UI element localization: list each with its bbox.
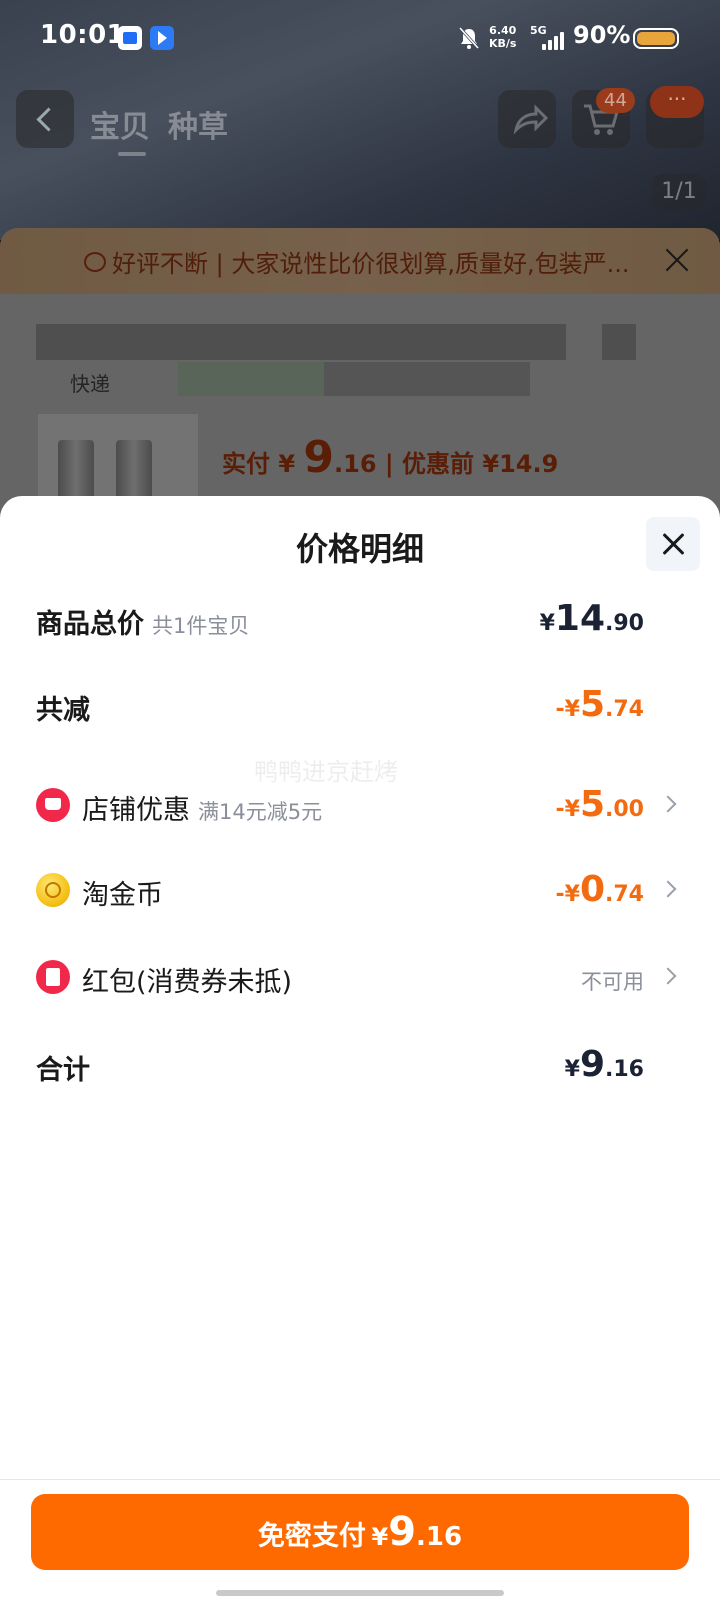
bell-muted-icon [458,26,480,50]
amount-decimal: .74 [605,882,644,907]
amount-integer: 14 [554,598,606,639]
more-icon[interactable]: ··· [650,86,704,118]
shop-discount-label: 店铺优惠 [82,795,190,826]
currency-symbol: ¥ [539,611,555,636]
cart-badge: 44 [596,88,635,113]
network-speed-unit: KB/s [489,37,517,50]
amount-decimal: .74 [605,697,644,722]
app-notification-icon [118,26,142,50]
battery-percent: 90% [573,21,631,49]
currency-symbol: -¥ [555,797,580,822]
amount-decimal: .16 [605,1057,644,1082]
total-reduction-label: 共减 [36,695,90,726]
signal-icon [538,30,568,50]
red-packet-status[interactable]: 不可用 [581,966,644,996]
tab-seeding[interactable]: 种草 [168,102,228,146]
battery-icon [633,28,679,49]
amount-decimal: .90 [605,611,644,636]
red-packet-icon [36,960,70,994]
pay-currency: ¥ [371,1523,389,1551]
pay-button-label: 免密支付 [257,1521,366,1552]
amount-decimal: .00 [605,797,644,822]
pay-decimal: .16 [416,1522,463,1552]
sum-label: 合计 [36,1055,90,1086]
amount-integer: 5 [579,684,606,725]
password-free-pay-button[interactable]: 免密支付 ¥9.16 [31,1494,689,1570]
currency-symbol: ¥ [564,1057,580,1082]
sum-row: 合计 [36,1048,90,1087]
amount-integer: 0 [579,869,606,910]
pay-integer: 9 [388,1509,417,1555]
taojin-coin-amount[interactable]: -¥0.74 [556,869,645,910]
home-indicator[interactable] [216,1590,504,1596]
taojin-coin-row[interactable]: 淘金币 [82,873,163,912]
shop-discount-icon [36,788,70,822]
back-button[interactable] [16,90,74,148]
share-icon [513,104,549,135]
amount-integer: 9 [579,1044,606,1085]
red-packet-label: 红包(消费券未抵) [82,967,293,998]
red-packet-row[interactable]: 红包(消费券未抵) [82,960,292,999]
total-reduction-amount: -¥5.74 [556,684,645,725]
amount-integer: 5 [579,784,606,825]
app-notification-icon-2 [150,26,174,50]
status-bar: 10:01 6.40 KB/s 5G 90% [0,0,720,76]
goods-total-amount: ¥14.90 [540,598,644,639]
sheet-title: 价格明细 [295,530,424,568]
currency-symbol: -¥ [555,697,580,722]
goods-count-label: 共1件宝贝 [152,614,250,638]
network-speed-value: 6.40 [489,24,517,37]
taojin-coin-label: 淘金币 [82,880,163,911]
image-counter: 1/1 [652,174,706,210]
shop-discount-row[interactable]: 店铺优惠 满14元减5元 [82,788,322,827]
close-button[interactable] [646,517,700,571]
tab-item[interactable]: 宝贝 [90,102,150,156]
shop-discount-amount[interactable]: -¥5.00 [556,784,645,825]
footer-divider [0,1479,720,1480]
network-speed: 6.40 KB/s [489,24,516,50]
total-reduction-row: 共减 [36,688,90,727]
share-button[interactable] [498,90,556,148]
shop-discount-rule: 满14元减5元 [198,800,323,824]
watermark-text: 鸭鸭进京赶烤 [254,758,398,786]
currency-symbol: -¥ [555,882,580,907]
goods-total-label: 商品总价 [36,609,144,640]
status-time: 10:01 [40,20,126,50]
product-nav-bar: 宝贝 种草 44 ··· [0,86,720,156]
sum-amount: ¥9.16 [565,1044,644,1085]
coin-icon [36,873,70,907]
goods-total-row: 商品总价 共1件宝贝 [36,602,249,641]
